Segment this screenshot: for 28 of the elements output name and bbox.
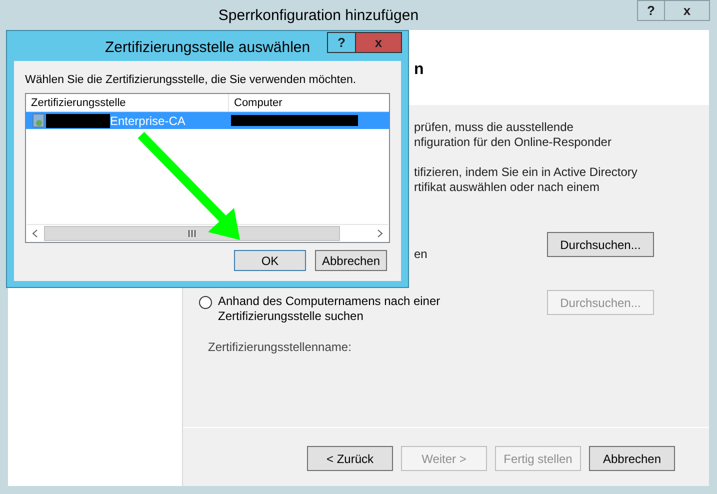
- dialog-title: Zertifizierungsstelle auswählen: [105, 39, 310, 56]
- description-text: nfiguration für den Online-Responder: [414, 135, 612, 150]
- close-button[interactable]: x: [356, 32, 402, 53]
- button[interactable]: Abbrechen: [589, 446, 675, 471]
- radio-button[interactable]: [199, 296, 212, 309]
- field-label: Zertifizierungsstellenname:: [208, 340, 352, 354]
- server-icon: [32, 113, 46, 128]
- description-text: prüfen, muss die ausstellende: [414, 120, 574, 135]
- button[interactable]: Durchsuchen...: [547, 232, 654, 257]
- radio-label: en: [414, 247, 428, 261]
- column-header[interactable]: Zertifizierungsstelle: [26, 94, 229, 112]
- horizontal-scrollbar[interactable]: [27, 224, 388, 242]
- help-button[interactable]: ?: [327, 32, 356, 53]
- dialog-prompt: Wählen Sie die Zertifizierungsstelle, die Sie verwenden möchten.: [25, 73, 358, 88]
- window-title: Sperrkonfiguration hinzufügen: [218, 6, 419, 26]
- instruction-text: rtifikat auswählen oder nach einem: [414, 180, 600, 195]
- radio-label: Anhand des Computernamens nach einer Zertifizierungsstelle suchen: [218, 294, 442, 324]
- dialog-button[interactable]: OK: [234, 250, 306, 272]
- page-heading: n: [414, 61, 424, 78]
- close-button[interactable]: x: [665, 0, 710, 21]
- table-cell-text: Enterprise-CA: [110, 112, 186, 130]
- grip-icon: [188, 230, 196, 237]
- help-button[interactable]: ?: [637, 0, 665, 21]
- button[interactable]: < Zurück: [307, 446, 393, 471]
- dialog-button[interactable]: Abbrechen: [315, 250, 387, 272]
- instruction-text: tifizieren, indem Sie ein in Active Directory: [414, 165, 638, 180]
- column-header[interactable]: Computer: [229, 94, 389, 112]
- scrollbar-thumb[interactable]: [44, 226, 340, 241]
